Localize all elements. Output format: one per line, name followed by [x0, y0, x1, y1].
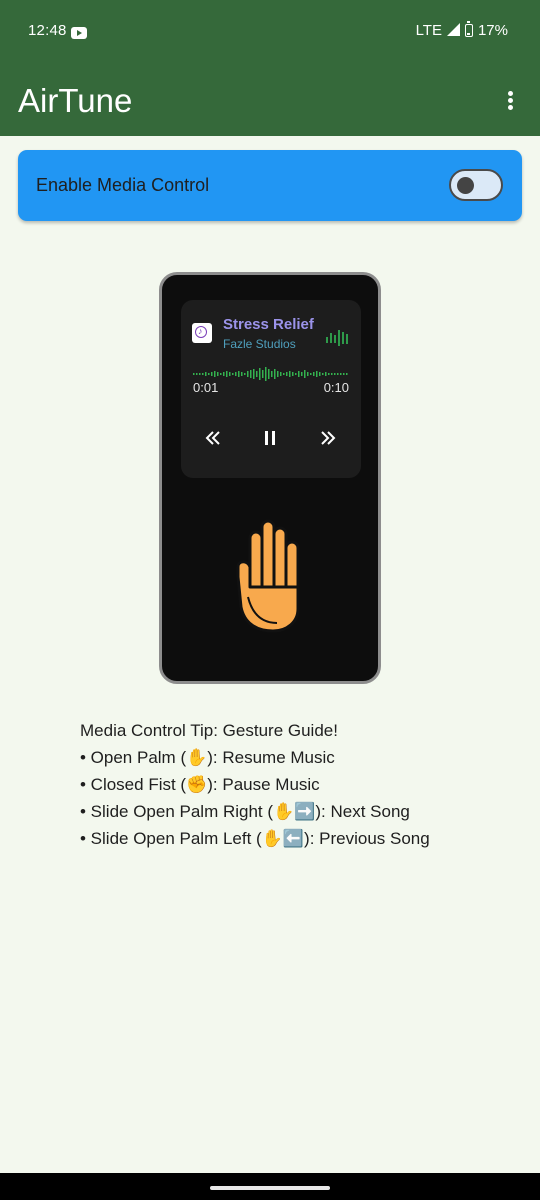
current-time: 0:01: [193, 380, 219, 395]
media-control-toggle[interactable]: [449, 169, 503, 201]
next-icon[interactable]: [320, 430, 336, 446]
tip-item: • Slide Open Palm Right (✋➡️): Next Song: [80, 802, 410, 821]
signal-icon: [446, 23, 460, 36]
music-app-icon: [192, 323, 212, 343]
home-gesture-handle[interactable]: [210, 1186, 330, 1190]
media-control-card: Enable Media Control: [18, 150, 522, 221]
tip-item: • Slide Open Palm Left (✋⬅️): Previous S…: [80, 829, 430, 848]
app-bar: AirTune: [0, 66, 540, 136]
status-time: 12:48: [28, 22, 67, 39]
app-title: AirTune: [18, 82, 133, 119]
total-time: 0:10: [323, 380, 349, 395]
previous-icon[interactable]: [205, 430, 221, 446]
more-options-icon[interactable]: [498, 90, 522, 114]
mini-player: Stress Relief Fazle Studios: [181, 300, 361, 478]
pause-icon[interactable]: [262, 430, 278, 446]
battery-percent: 17%: [477, 22, 508, 39]
equalizer-icon: [326, 330, 348, 346]
open-palm-icon: [236, 519, 300, 633]
battery-icon: [464, 21, 473, 37]
tip-item: • Open Palm (✋): Resume Music: [80, 748, 335, 767]
song-artist: Fazle Studios: [223, 337, 296, 351]
navigation-bar: [0, 1173, 540, 1200]
status-bar: 12:48 LTE 17%: [0, 0, 540, 66]
tip-item: • Closed Fist (✊): Pause Music: [80, 775, 320, 794]
network-type: LTE: [415, 22, 442, 39]
media-control-label: Enable Media Control: [36, 175, 210, 195]
tips-heading: Media Control Tip: Gesture Guide!: [80, 721, 338, 740]
toggle-knob: [457, 177, 474, 194]
phone-illustration: Stress Relief Fazle Studios: [159, 272, 381, 684]
status-icons: LTE 17%: [415, 21, 508, 39]
gesture-tips: Media Control Tip: Gesture Guide! • Open…: [80, 717, 430, 852]
song-title: Stress Relief: [223, 316, 314, 333]
youtube-notification-icon: [71, 27, 87, 39]
